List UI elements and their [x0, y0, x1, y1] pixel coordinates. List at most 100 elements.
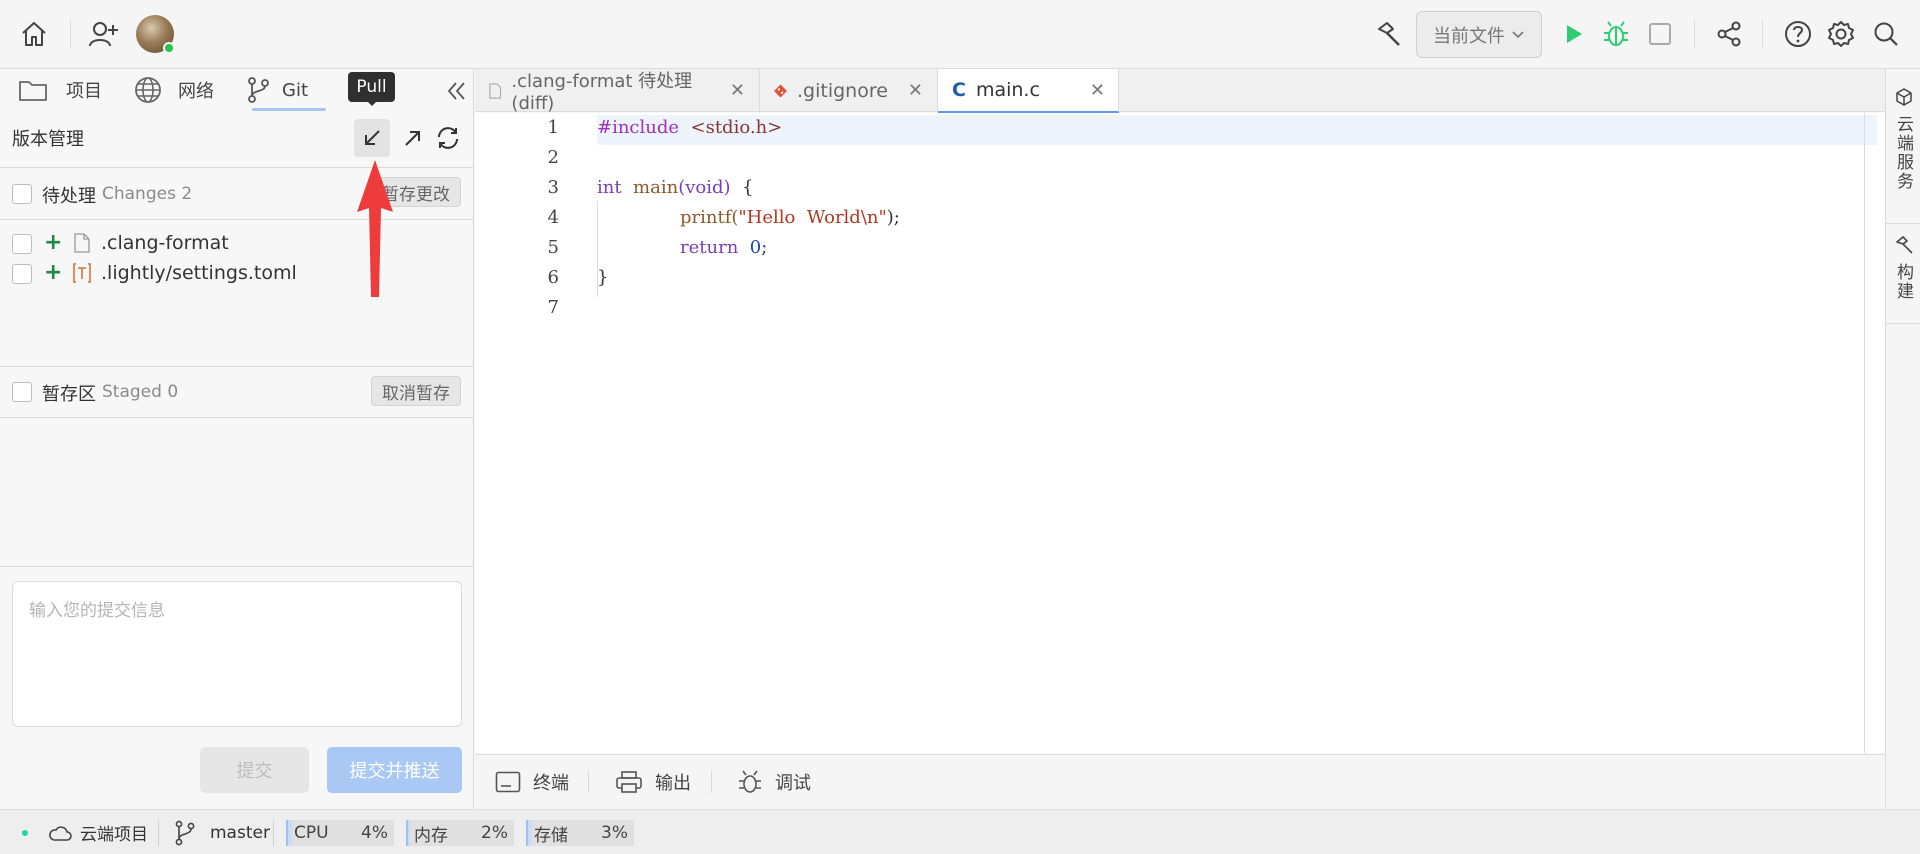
online-status-dot: [163, 42, 175, 54]
meter-fill: [528, 820, 532, 846]
file-name: .lightly/settings.toml: [101, 262, 297, 284]
tab-network-label: 网络: [178, 81, 214, 102]
pending-select-all-checkbox[interactable]: [12, 184, 32, 204]
divider: [1886, 323, 1920, 324]
code-token: return: [680, 237, 739, 258]
pull-arrow-icon: [365, 130, 380, 145]
code-line-5: return 0;: [597, 237, 767, 258]
file-icon: [74, 233, 90, 253]
connection-dot: [22, 829, 28, 836]
toml-file-icon: [73, 263, 91, 283]
divider: [711, 771, 712, 793]
close-icon[interactable]: ✕: [730, 80, 745, 101]
target-select[interactable]: 当前文件: [1416, 11, 1542, 58]
push-button[interactable]: [395, 119, 431, 157]
staged-title: 暂存区: [42, 384, 96, 405]
toolbar-divider: [1694, 20, 1695, 48]
build-panel[interactable]: 构建: [1886, 235, 1920, 301]
meter-value: 4%: [361, 823, 388, 843]
added-icon: +: [44, 260, 63, 285]
git-file-icon: [774, 84, 787, 97]
divider: [158, 820, 159, 846]
tab-terminal[interactable]: 终端: [495, 767, 569, 797]
cloud-icon: [49, 825, 72, 841]
help-icon[interactable]: [1778, 14, 1818, 54]
meter-fill: [408, 820, 411, 846]
tab-output[interactable]: 输出: [615, 767, 691, 797]
cpu-meter: CPU 4%: [286, 820, 394, 846]
tab-network[interactable]: 网络: [134, 69, 214, 111]
current-line-highlight: [597, 115, 1877, 145]
file-checkbox[interactable]: [12, 234, 32, 254]
refresh-button[interactable]: [430, 119, 466, 157]
refresh-icon: [438, 127, 458, 149]
editor-tab-bar: .clang-format 待处理(diff) ✕ .gitignore ✕ C…: [475, 69, 1885, 114]
cloud-services-label: 云端服务: [1893, 115, 1913, 191]
share-icon[interactable]: [1709, 14, 1749, 54]
pending-title: 待处理: [42, 186, 96, 207]
cloud-services-panel[interactable]: 云端服务: [1886, 87, 1920, 191]
search-icon[interactable]: [1866, 14, 1906, 54]
home-icon[interactable]: [14, 14, 54, 54]
tab-label: .gitignore: [796, 79, 888, 102]
tab-debug[interactable]: 调试: [737, 767, 811, 797]
tab-debug-label: 调试: [775, 773, 811, 794]
gear-icon[interactable]: [1821, 14, 1861, 54]
divider: [0, 219, 474, 220]
memory-meter: 内存 2%: [406, 820, 514, 846]
annotation-arrow: [357, 160, 393, 297]
code-token: printf(: [680, 207, 739, 228]
code-line-6: }: [597, 267, 608, 288]
collapse-sidebar-icon[interactable]: [443, 78, 469, 104]
line-number: 5: [547, 237, 559, 258]
chevron-down-icon: [1512, 30, 1524, 38]
tab-label: main.c: [975, 79, 1040, 101]
meter-label: CPU: [294, 823, 329, 843]
unstage-button[interactable]: 取消暂存: [371, 376, 461, 406]
commit-button[interactable]: 提交: [200, 747, 309, 793]
code-token: ;: [761, 237, 768, 258]
code-token: #include: [597, 117, 680, 138]
debug-bug-icon[interactable]: [1596, 14, 1636, 54]
list-item[interactable]: + .clang-format: [0, 230, 474, 258]
branch-name: master: [210, 822, 270, 843]
divider: [0, 417, 474, 418]
code-token: );: [886, 207, 900, 228]
list-item[interactable]: + .lightly/settings.toml: [0, 260, 474, 288]
editor-scrollbar[interactable]: [1864, 113, 1865, 753]
close-icon[interactable]: ✕: [1090, 80, 1105, 101]
tab-git[interactable]: Git: [246, 69, 308, 111]
meter-label: 内存: [414, 825, 448, 846]
code-line-1: #include <stdio.h>: [597, 117, 782, 138]
stop-icon[interactable]: [1640, 14, 1680, 54]
tab-project[interactable]: 项目: [18, 69, 102, 111]
tab-gitignore[interactable]: .gitignore ✕: [760, 69, 938, 112]
add-user-icon[interactable]: [84, 14, 124, 54]
bottom-panel-bar: 终端 输出 调试: [475, 754, 1885, 809]
code-token: int: [597, 177, 622, 198]
debug-bug-icon: [739, 770, 761, 793]
tab-clang-format-diff[interactable]: .clang-format 待处理(diff) ✕: [475, 69, 760, 114]
commit-and-push-button[interactable]: 提交并推送: [327, 747, 462, 793]
git-branch-icon: [248, 77, 269, 103]
meter-value: 2%: [481, 823, 508, 843]
staged-count: Staged 0: [102, 382, 179, 402]
close-icon[interactable]: ✕: [908, 80, 923, 101]
branch-status[interactable]: master: [174, 810, 270, 854]
tab-terminal-label: 终端: [533, 773, 569, 794]
line-number: 7: [547, 297, 559, 318]
staged-select-all-checkbox[interactable]: [12, 382, 32, 402]
code-token: {: [742, 177, 754, 198]
code-editor[interactable]: 1 2 3 4 5 6 7 #include <stdio.h> int mai…: [475, 113, 1885, 753]
tab-main-c[interactable]: C main.c ✕: [938, 69, 1119, 113]
status-bar: 云端项目 master CPU 4% 内存 2% 存储 3%: [0, 809, 1920, 854]
cloud-project-status[interactable]: 云端项目: [22, 810, 148, 854]
pending-count: Changes 2: [102, 184, 193, 204]
printer-icon: [616, 771, 642, 793]
line-number: 4: [547, 207, 559, 228]
file-checkbox[interactable]: [12, 264, 32, 284]
run-icon[interactable]: [1554, 14, 1594, 54]
commit-message-input[interactable]: 输入您的提交信息: [12, 581, 462, 727]
hammer-build-icon[interactable]: [1368, 14, 1408, 54]
divider: [0, 566, 474, 567]
